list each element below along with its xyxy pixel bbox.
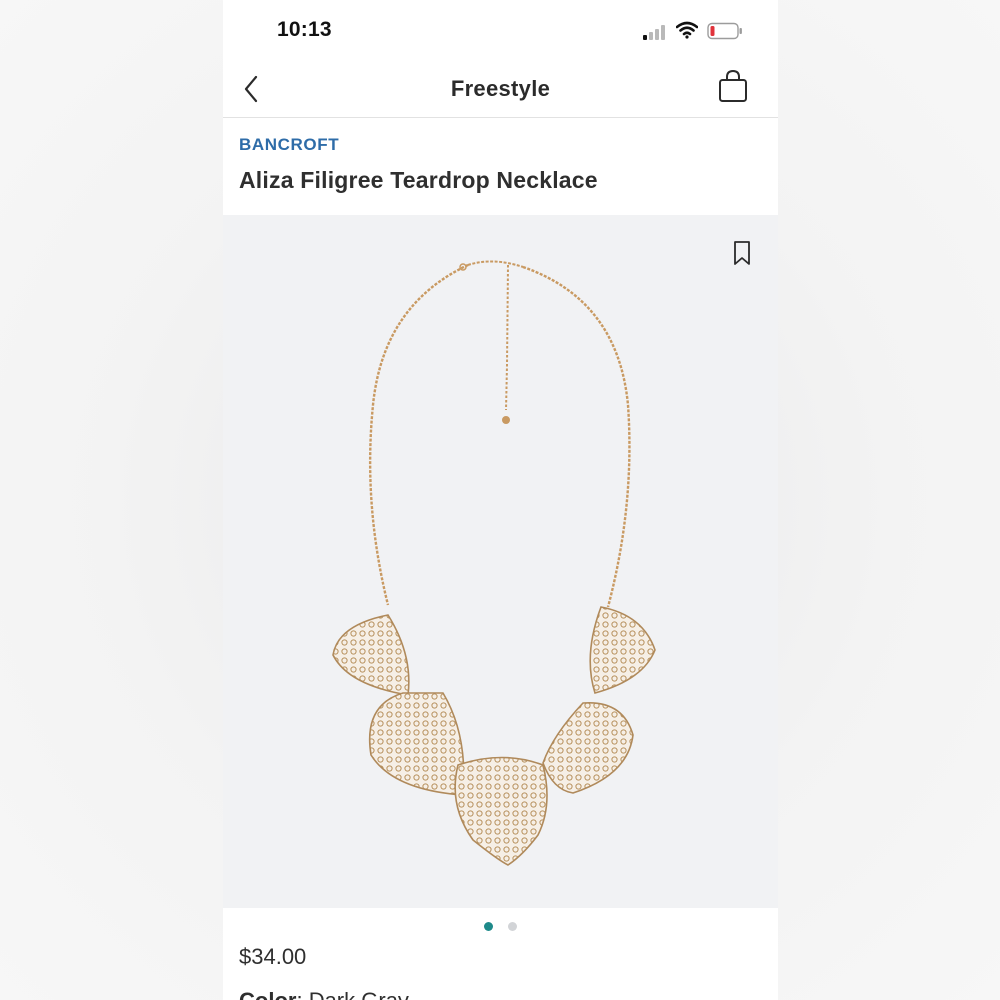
carousel-pagination: [223, 918, 778, 932]
shopping-bag-icon[interactable]: [717, 68, 749, 104]
color-selection: Color: Dark Gray: [239, 988, 409, 1000]
product-name: Aliza Filigree Teardrop Necklace: [239, 167, 598, 193]
status-bar: 10:13: [223, 0, 778, 60]
necklace-product-image: [332, 260, 656, 866]
phone-screen: 10:13 Freestyle BANCROFT Aliza Filigree …: [223, 0, 778, 1000]
color-label: Color: [239, 988, 296, 1000]
status-time: 10:13: [277, 18, 332, 41]
carousel-dot-1[interactable]: [484, 922, 494, 931]
product-price: $34.00: [239, 944, 307, 969]
navigation-bar: Freestyle: [223, 60, 778, 118]
color-value: Dark Gray: [309, 988, 409, 1000]
wifi-icon: [676, 21, 698, 39]
color-separator: :: [296, 988, 308, 1000]
page-title: Freestyle: [450, 76, 551, 101]
cellular-signal-icon: [643, 25, 665, 40]
brand-link[interactable]: BANCROFT: [239, 135, 339, 155]
product-image-carousel[interactable]: [223, 215, 778, 908]
bookmark-icon[interactable]: [731, 239, 753, 267]
battery-low-icon: [707, 22, 742, 40]
carousel-dot-2[interactable]: [507, 922, 517, 931]
